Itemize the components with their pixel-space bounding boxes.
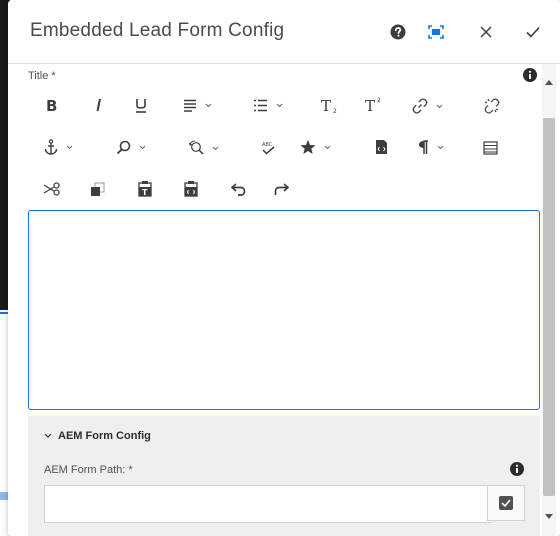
content-scrollbar[interactable]	[542, 64, 556, 536]
svg-text:T: T	[365, 97, 375, 113]
cut-button[interactable]	[43, 182, 60, 196]
paste-word-icon	[184, 181, 198, 197]
info-icon	[510, 462, 524, 476]
dialog-title: Embedded Lead Form Config	[30, 20, 285, 41]
redo-button[interactable]	[274, 183, 289, 196]
bold-button[interactable]: B	[45, 97, 59, 113]
svg-text:2: 2	[333, 108, 337, 114]
help-icon	[390, 24, 406, 40]
title-info-button[interactable]	[523, 68, 537, 87]
dialog-header: Embedded Lead Form Config	[8, 0, 560, 64]
superscript-icon: T2	[365, 97, 381, 113]
aem-form-config-section: AEM Form Config AEM Form Path: *	[28, 416, 540, 536]
star-icon	[300, 140, 316, 154]
chevron-down-icon	[276, 103, 283, 108]
scissors-icon	[43, 182, 60, 196]
chevron-down-icon	[139, 145, 146, 150]
underline-button[interactable]	[134, 97, 148, 114]
rich-text-editor[interactable]	[28, 210, 540, 410]
undo-button[interactable]	[231, 183, 246, 196]
chevron-down-icon	[436, 104, 443, 108]
find-dropdown[interactable]	[116, 140, 146, 155]
paragraph-icon	[419, 140, 428, 154]
fullscreen-button[interactable]	[424, 20, 448, 44]
superscript-button[interactable]: T2	[365, 96, 383, 113]
undo-icon	[231, 183, 246, 196]
source-code-icon	[376, 140, 387, 154]
find-replace-dropdown[interactable]	[188, 140, 219, 156]
table-icon	[483, 141, 498, 155]
scrollbar-thumb[interactable]	[543, 118, 555, 496]
unlink-button[interactable]	[484, 98, 500, 114]
chevron-down-icon	[437, 145, 444, 150]
paragraph-format-dropdown[interactable]	[418, 140, 444, 155]
table-button[interactable]	[483, 141, 498, 155]
redo-icon	[274, 183, 289, 195]
paste-from-word-button[interactable]	[184, 180, 198, 197]
chevron-down-icon	[66, 145, 73, 150]
fullscreen-icon	[428, 25, 444, 39]
info-icon	[523, 68, 537, 82]
form-path-info-button[interactable]	[510, 462, 524, 481]
svg-text:T: T	[321, 97, 331, 114]
triangle-up-icon	[545, 80, 553, 85]
config-dialog: Embedded Lead Form Config Title * B T 2 …	[8, 0, 560, 536]
list-icon	[254, 99, 267, 112]
done-check-icon	[526, 26, 540, 38]
link-dropdown[interactable]	[412, 98, 443, 114]
svg-text:T: T	[142, 188, 148, 197]
title-field-label: Title *	[28, 70, 56, 82]
triangle-down-icon	[545, 514, 553, 519]
help-button[interactable]	[386, 20, 410, 44]
bold-icon: B	[46, 97, 57, 113]
scroll-up-button[interactable]	[545, 72, 553, 90]
svg-text:ABC: ABC	[262, 142, 273, 148]
copy-button[interactable]	[90, 182, 105, 197]
close-icon	[480, 26, 492, 38]
checkbox-check-icon	[499, 496, 513, 510]
copy-icon	[91, 182, 105, 196]
svg-text:B: B	[46, 97, 57, 113]
chevron-down-icon	[212, 146, 219, 150]
special-characters-dropdown[interactable]	[300, 139, 331, 155]
anchor-dropdown[interactable]	[44, 139, 73, 156]
search-icon	[116, 140, 131, 155]
dialog-content: Title * B T2 T2 ABC T AEM Form Config AE…	[8, 64, 542, 536]
svg-text:2: 2	[377, 97, 381, 104]
scroll-down-button[interactable]	[545, 506, 553, 524]
paste-text-icon: T	[138, 181, 152, 197]
link-icon	[412, 98, 428, 114]
done-button[interactable]	[521, 20, 545, 44]
find-replace-icon	[189, 140, 204, 155]
italic-icon	[96, 98, 101, 112]
align-justify-icon	[184, 99, 196, 112]
subscript-icon: T2	[321, 97, 337, 114]
form-path-input[interactable]	[44, 485, 491, 523]
unlink-icon	[484, 98, 500, 114]
subscript-button[interactable]: T2	[321, 97, 339, 114]
chevron-down-icon	[205, 103, 212, 108]
spellcheck-icon: ABC	[262, 142, 275, 155]
chevron-down-icon	[44, 433, 52, 438]
underline-icon	[136, 99, 146, 113]
list-dropdown[interactable]	[253, 99, 283, 112]
justify-dropdown[interactable]	[183, 99, 212, 112]
chevron-down-icon	[324, 145, 331, 149]
close-button[interactable]	[474, 20, 498, 44]
path-browse-button[interactable]	[487, 485, 525, 521]
section-toggle[interactable]: AEM Form Config	[44, 430, 151, 442]
paste-as-text-button[interactable]: T	[138, 180, 152, 197]
spellcheck-button[interactable]: ABC	[260, 140, 276, 156]
form-path-label: AEM Form Path: *	[44, 464, 133, 476]
section-title: AEM Form Config	[58, 430, 151, 442]
source-edit-button[interactable]	[375, 139, 388, 155]
italic-button[interactable]	[94, 97, 104, 113]
anchor-icon	[44, 139, 58, 155]
